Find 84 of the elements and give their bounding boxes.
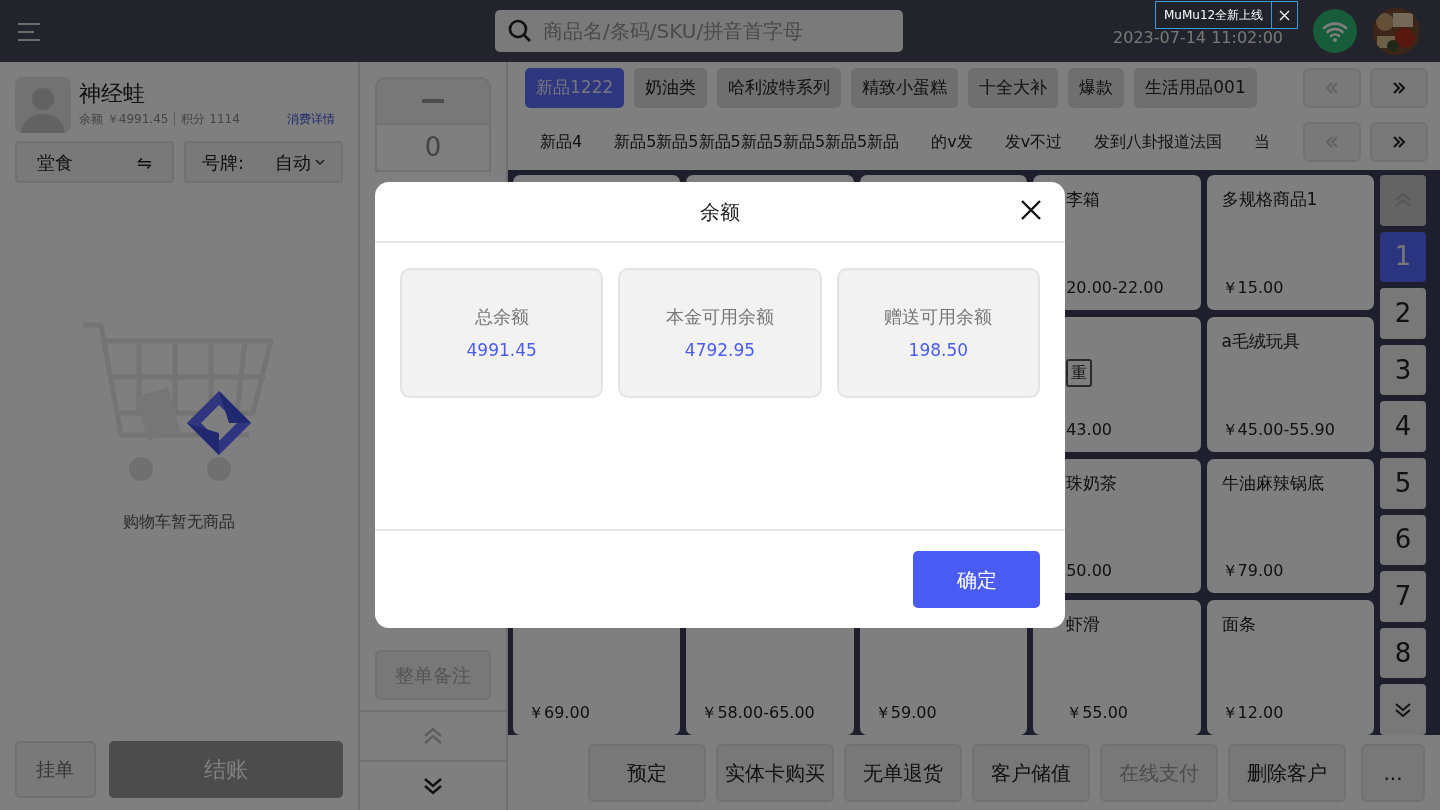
product-name: 面条 — [1221, 613, 1257, 637]
product-card[interactable]: 虾滑 ￥55.00 — [1033, 600, 1201, 735]
subcategory-tab[interactable]: 新品5新品5新品5新品5新品5新品5新品 — [614, 130, 900, 154]
subcategory-tab[interactable]: 新品4 — [540, 130, 583, 154]
category-tab[interactable]: 精致小蛋糕 — [851, 68, 959, 108]
number-plate-value: 自动 — [275, 150, 311, 175]
menu-icon[interactable] — [18, 21, 42, 42]
balance-value: 198.50 — [908, 338, 969, 362]
product-price: 20.00-22.00 — [1066, 276, 1165, 299]
close-button[interactable] — [1021, 200, 1041, 220]
category-tab[interactable]: 生活用品001 — [1134, 68, 1257, 108]
dining-mode-button[interactable]: 堂食 ⇋ — [15, 141, 175, 183]
datetime: 2023-07-14 11:02:00 — [1113, 27, 1283, 49]
next-button[interactable] — [1370, 122, 1428, 162]
product-price: ￥15.00 — [1221, 276, 1285, 299]
product-price: ￥45.00-55.90 — [1221, 418, 1336, 441]
product-price: 50.00 — [1066, 560, 1113, 583]
page-button[interactable]: 6 — [1380, 514, 1426, 566]
details-link[interactable]: 消费详情 — [287, 110, 335, 129]
page-button[interactable]: 5 — [1380, 457, 1426, 509]
confirm-button[interactable]: 确定 — [913, 551, 1040, 608]
product-card[interactable]: 牛油麻辣锅底 ￥79.00 — [1206, 458, 1374, 594]
category-tab[interactable]: 新品1222 — [525, 68, 625, 108]
product-name: 珠奶茶 — [1066, 471, 1119, 495]
close-icon — [1279, 9, 1291, 21]
swap-icon: ⇋ — [136, 148, 153, 176]
action-button[interactable]: 删除客户 — [1228, 743, 1346, 802]
dining-mode-label: 堂食 — [37, 150, 73, 175]
balance-label: 总余额 — [474, 304, 529, 329]
product-price: 43.00 — [1066, 418, 1113, 441]
double-chevron-up-icon — [423, 727, 443, 745]
subcategory-tab[interactable]: 发到八卦报道法国 — [1094, 130, 1223, 154]
product-card[interactable]: 多规格商品1 ￥15.00 — [1206, 175, 1374, 310]
close-icon — [1021, 200, 1041, 220]
product-name: 虾滑 — [1066, 613, 1102, 637]
action-button[interactable]: 实体卡购买 — [716, 743, 834, 802]
caret-icon — [315, 159, 325, 165]
page-down-button[interactable] — [1380, 684, 1426, 735]
balance-value: 4991.45 — [466, 338, 537, 362]
product-name: 牛油麻辣锅底 — [1221, 471, 1325, 495]
category-tab[interactable]: 奶油类 — [634, 68, 708, 108]
subcategory-tab[interactable]: 当 — [1254, 130, 1271, 154]
category-tab[interactable]: 哈利波特系列 — [717, 68, 842, 108]
page-button[interactable]: 7 — [1380, 571, 1426, 622]
product-name: 多规格商品1 — [1221, 188, 1319, 211]
points-text: 积分 1114 — [181, 111, 240, 129]
product-price: ￥69.00 — [528, 702, 591, 724]
category-tab[interactable]: 十全大补 — [968, 68, 1059, 108]
empty-cart-text: 购物车暂无商品 — [123, 510, 235, 533]
page-button[interactable]: 1 — [1380, 231, 1426, 283]
balance-label: 本金可用余额 — [666, 304, 774, 329]
notice-text: MuMu12全新上线 — [1163, 7, 1265, 24]
number-plate-dropdown[interactable]: 号牌: 自动 — [184, 141, 343, 183]
customer-name: 神经蛙 — [79, 81, 146, 107]
category-tab[interactable]: 爆款 — [1068, 68, 1125, 108]
subcategory-tab[interactable]: 的v发 — [931, 130, 973, 154]
number-plate-label: 号牌: — [202, 150, 245, 175]
balance-value: 4792.95 — [684, 338, 756, 362]
subcategory-tab[interactable]: 发v不过 — [1004, 130, 1063, 154]
action-button[interactable]: ... — [1361, 743, 1425, 802]
product-name: a毛绒玩具 — [1221, 329, 1301, 353]
page-button[interactable]: 8 — [1380, 627, 1426, 679]
wifi-icon[interactable] — [1313, 9, 1357, 53]
balance-label: 赠送可用余额 — [884, 304, 993, 329]
product-card[interactable]: 面条 ￥12.00 — [1206, 600, 1374, 735]
product-price: ￥55.00 — [1066, 702, 1129, 724]
product-name: 李箱 — [1066, 188, 1102, 211]
double-chevron-down-icon — [423, 777, 443, 795]
product-card[interactable]: a毛绒玩具 ￥45.00-55.90 — [1206, 316, 1374, 452]
page-button[interactable]: 4 — [1380, 401, 1426, 452]
page-button[interactable]: 3 — [1380, 344, 1426, 396]
action-button[interactable]: 客户储值 — [972, 743, 1090, 802]
dialog-title: 余额 — [700, 198, 740, 226]
action-button[interactable]: 无单退货 — [844, 743, 962, 802]
double-chevron-down-icon — [1394, 701, 1412, 718]
product-price: ￥12.00 — [1221, 702, 1285, 724]
product-price: ￥59.00 — [874, 702, 938, 724]
product-price: ￥58.00-65.00 — [701, 702, 816, 724]
action-button[interactable]: 预定 — [588, 743, 706, 802]
quantity-field[interactable]: 0 — [375, 125, 491, 172]
product-price: ￥79.00 — [1221, 560, 1285, 583]
next-button[interactable] — [1370, 68, 1428, 108]
page-button[interactable]: 2 — [1380, 288, 1426, 339]
minus-icon — [422, 99, 444, 103]
